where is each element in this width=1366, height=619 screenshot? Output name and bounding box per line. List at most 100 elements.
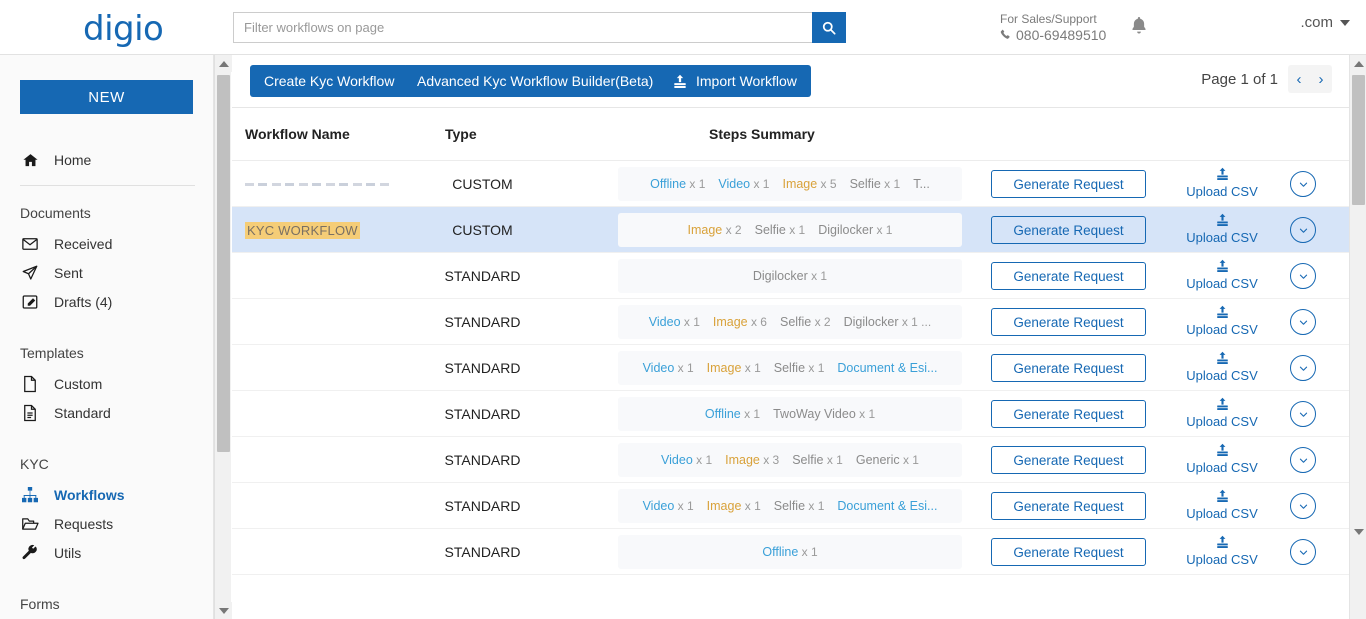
- step-chip-count: x 1: [674, 361, 693, 375]
- step-chip: Offline x 1: [705, 407, 760, 421]
- sidebar-scroll-thumb[interactable]: [217, 75, 230, 452]
- search-button[interactable]: [812, 12, 846, 43]
- step-chip-count: x 2: [811, 315, 830, 329]
- sidebar-item-utils-label: Utils: [54, 545, 81, 561]
- step-chip: Digilocker x 1: [753, 269, 827, 283]
- chevron-down-icon: [1298, 271, 1309, 282]
- main-scroll-up-button[interactable]: [1350, 55, 1366, 72]
- generate-request-button[interactable]: Generate Request: [991, 308, 1146, 336]
- workflows-table: Workflow Name Type Steps Summary CUSTOMO…: [232, 108, 1349, 575]
- cell-steps-summary: Video x 1Image x 1Selfie x 1Document & E…: [618, 489, 962, 523]
- cell-workflow-type: STANDARD: [400, 437, 565, 483]
- sidebar-item-drafts[interactable]: Drafts (4): [20, 289, 200, 315]
- step-chip: Offline x 1: [762, 545, 817, 559]
- digio-logo[interactable]: digio: [83, 9, 163, 49]
- create-kyc-workflow-button[interactable]: Create Kyc Workflow: [250, 65, 408, 97]
- sidebar-item-standard[interactable]: Standard: [20, 400, 200, 426]
- generate-request-button[interactable]: Generate Request: [991, 216, 1146, 244]
- step-chip-count: x 1: [741, 499, 760, 513]
- import-workflow-label: Import Workflow: [696, 73, 797, 89]
- sidebar-item-sent[interactable]: Sent: [20, 260, 200, 286]
- next-page-button[interactable]: ›: [1310, 65, 1332, 93]
- main-scroll-thumb[interactable]: [1352, 75, 1365, 205]
- expand-row-button[interactable]: [1290, 217, 1316, 243]
- upload-icon: [1216, 350, 1229, 366]
- step-chip-count: x 1: [798, 545, 817, 559]
- pagination-nav: ‹ ›: [1288, 65, 1332, 93]
- expand-row-button[interactable]: [1290, 401, 1316, 427]
- phone-icon: [1000, 29, 1012, 41]
- redacted-workflow-name: [245, 183, 389, 186]
- cell-steps-summary: Video x 1Image x 6Selfie x 2Digilocker x…: [618, 305, 962, 339]
- chevron-down-icon: [1298, 547, 1309, 558]
- support-phone-number: 080-69489510: [1016, 27, 1106, 43]
- step-chip: Video x 1: [718, 177, 769, 191]
- pagination: Page 1 of 1 ‹ ›: [1201, 65, 1332, 93]
- step-chip-count: x 1: [808, 269, 827, 283]
- generate-request-button[interactable]: Generate Request: [991, 446, 1146, 474]
- upload-csv-label: Upload CSV: [1186, 550, 1258, 570]
- sidebar-item-received[interactable]: Received: [20, 231, 200, 257]
- generate-request-button[interactable]: Generate Request: [991, 170, 1146, 198]
- import-workflow-button[interactable]: Import Workflow: [659, 65, 811, 97]
- step-chip-count: x 1: [856, 407, 875, 421]
- sidebar-scrollbar[interactable]: [214, 55, 231, 619]
- sidebar-heading-templates: Templates: [20, 345, 84, 361]
- sidebar-scroll-up-button[interactable]: [215, 55, 232, 72]
- advanced-kyc-workflow-builder-button[interactable]: Advanced Kyc Workflow Builder(Beta): [403, 65, 667, 97]
- step-chip: Digilocker x 1: [818, 223, 892, 237]
- generate-request-button[interactable]: Generate Request: [991, 354, 1146, 382]
- file-blank-icon: [20, 375, 40, 393]
- step-chip-count: x 1: [824, 453, 843, 467]
- expand-row-button[interactable]: [1290, 263, 1316, 289]
- prev-page-button[interactable]: ‹: [1288, 65, 1310, 93]
- search-input[interactable]: [233, 12, 812, 43]
- step-chip-count: x 1: [741, 361, 760, 375]
- main-scroll-down-button[interactable]: [1350, 523, 1366, 540]
- sidebar-item-workflows[interactable]: Workflows: [20, 482, 200, 508]
- step-chip: Video x 1: [643, 499, 694, 513]
- generate-request-button[interactable]: Generate Request: [991, 492, 1146, 520]
- upload-icon: [1216, 166, 1229, 182]
- expand-row-button[interactable]: [1290, 309, 1316, 335]
- upload-csv-button[interactable]: Upload CSV: [1177, 519, 1267, 585]
- sidebar-scroll-down-button[interactable]: [215, 602, 232, 619]
- notifications-button[interactable]: [1128, 15, 1152, 39]
- step-chip: Generic x 1: [856, 453, 919, 467]
- column-header-type: Type: [445, 126, 477, 142]
- triangle-down-icon: [219, 608, 229, 614]
- step-chip: Image x 1: [707, 499, 761, 513]
- cell-steps-summary: Offline x 1TwoWay Video x 1: [618, 397, 962, 431]
- workflow-toolbar: Create Kyc Workflow Advanced Kyc Workflo…: [232, 65, 1349, 110]
- sidebar-item-drafts-label: Drafts (4): [54, 294, 112, 310]
- main-scrollbar[interactable]: [1349, 55, 1366, 619]
- sidebar-item-requests[interactable]: Requests: [20, 511, 200, 537]
- generate-request-button[interactable]: Generate Request: [991, 262, 1146, 290]
- step-chip: Video x 1: [661, 453, 712, 467]
- main-content: Create Kyc Workflow Advanced Kyc Workflo…: [232, 55, 1349, 619]
- expand-row-button[interactable]: [1290, 493, 1316, 519]
- step-chip: Selfie x 1: [774, 499, 825, 513]
- generate-request-button[interactable]: Generate Request: [991, 400, 1146, 428]
- sidebar: NEW Home Documents Received Sent Drafts …: [0, 55, 214, 619]
- step-chip: Image x 6: [713, 315, 767, 329]
- expand-row-button[interactable]: [1290, 171, 1316, 197]
- sidebar-item-utils[interactable]: Utils: [20, 540, 200, 566]
- new-button[interactable]: NEW: [20, 80, 193, 114]
- step-chip-count: x 1: [686, 177, 705, 191]
- expand-row-button[interactable]: [1290, 447, 1316, 473]
- table-row[interactable]: STANDARDOffline x 1Generate RequestUploa…: [232, 529, 1349, 575]
- expand-row-button[interactable]: [1290, 355, 1316, 381]
- step-chip-count: x 1: [741, 407, 760, 421]
- chevron-down-icon: [1298, 455, 1309, 466]
- upload-icon: [673, 74, 687, 89]
- sidebar-item-custom[interactable]: Custom: [20, 371, 200, 397]
- expand-row-button[interactable]: [1290, 539, 1316, 565]
- sidebar-item-home[interactable]: Home: [20, 147, 200, 173]
- account-menu[interactable]: .com: [1300, 14, 1350, 31]
- generate-request-button[interactable]: Generate Request: [991, 538, 1146, 566]
- paper-plane-icon: [20, 264, 40, 282]
- cell-workflow-name: [245, 253, 395, 299]
- sidebar-item-custom-label: Custom: [54, 376, 102, 392]
- step-chip-count: x 5: [817, 177, 836, 191]
